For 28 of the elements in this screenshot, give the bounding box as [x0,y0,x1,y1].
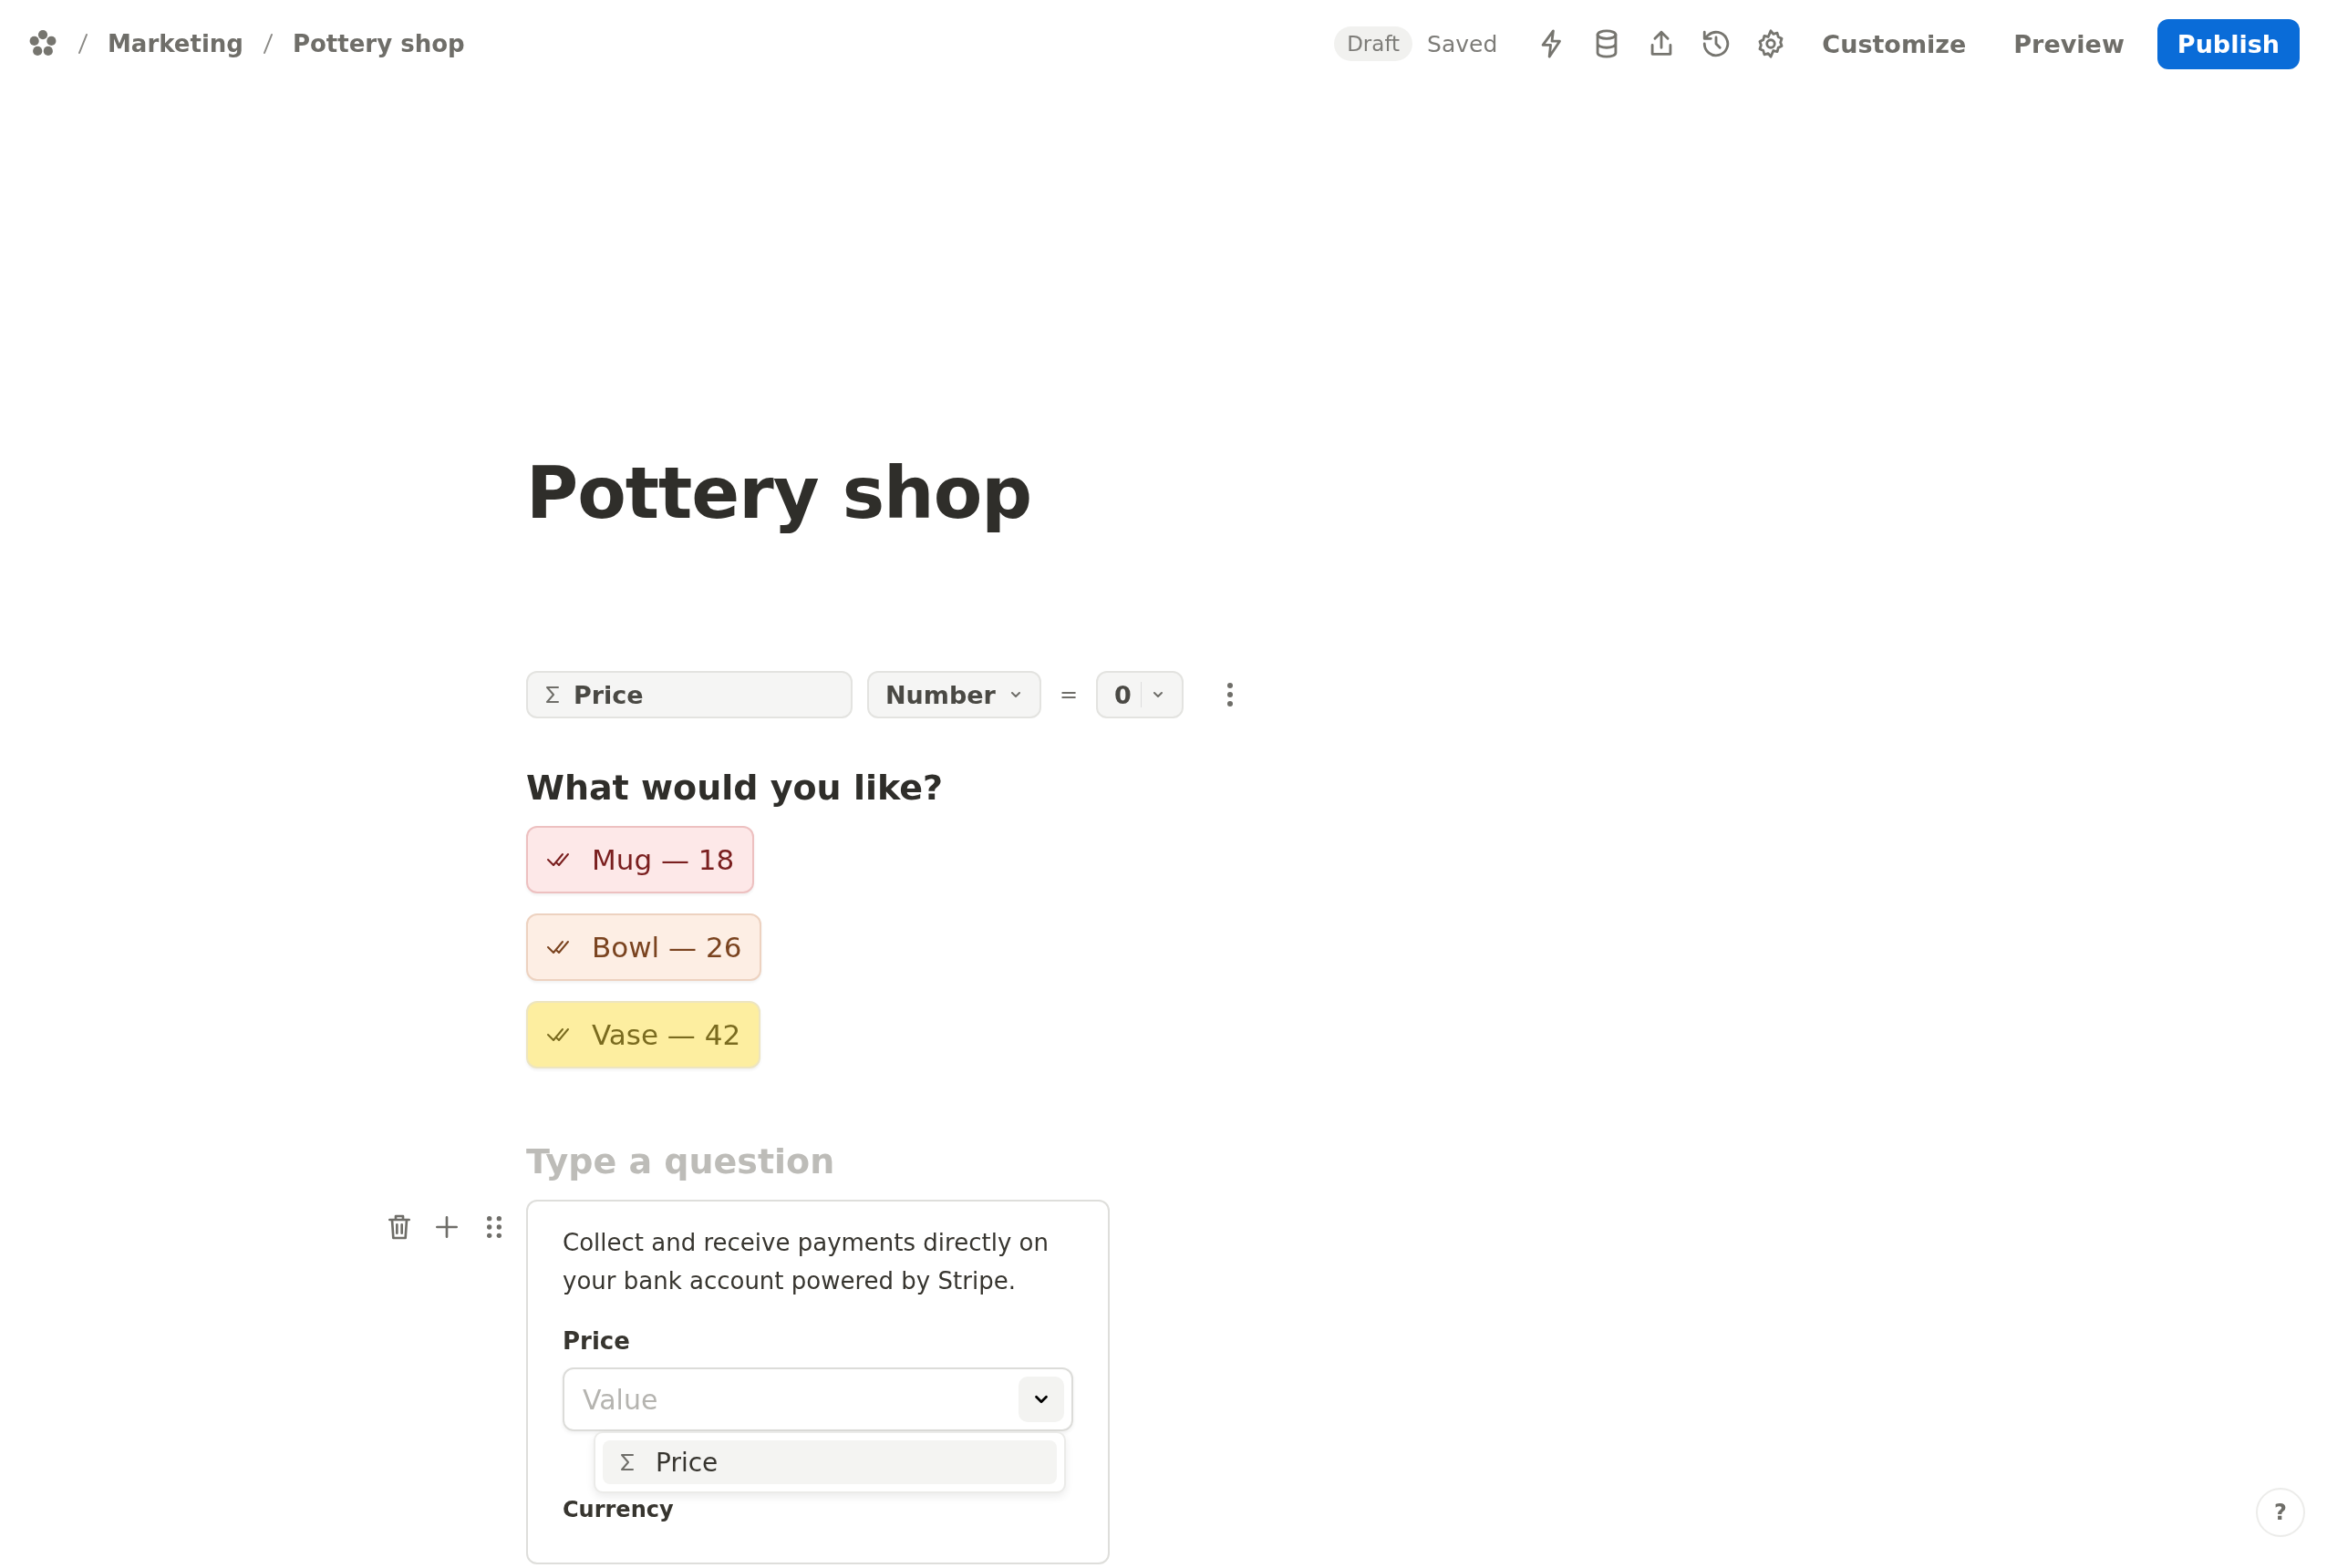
question-title: What would you like? [526,768,944,808]
header-button[interactable]: Customize [1798,20,1991,67]
choice-option[interactable]: Vase — 42 [526,1001,761,1068]
save-status: Saved [1427,30,1498,57]
breadcrumb-link[interactable]: Marketing [108,30,243,57]
breadcrumb-link[interactable]: Pottery shop [292,30,465,57]
choice-option[interactable]: Mug — 18 [526,826,755,893]
page-title: Pottery shop [526,452,1033,534]
description-text: Collect and receive payments directly on your bank account powered by Stripe. [563,1228,1050,1296]
sigma-icon [544,685,561,705]
variable-field[interactable]: Price [526,671,853,718]
placeholder-text: Value [583,1383,658,1416]
publish-button[interactable]: Publish [2156,18,2300,69]
sigma-icon [619,1452,636,1472]
breadcrumb-separator-icon [77,32,89,56]
header-button[interactable]: Preview [1990,20,2148,67]
choice-option[interactable]: Bowl — 26 [526,913,762,981]
value-dropdown[interactable]: 0 [1096,671,1184,718]
operator-text: = [1058,682,1080,707]
type-dropdown[interactable]: Number [867,671,1041,718]
help-button[interactable]: ? [2256,1488,2305,1537]
more-options-icon[interactable] [1225,681,1235,708]
breadcrumb-separator-icon [261,32,274,56]
field-label: Price [563,1327,631,1355]
status-badge: Draft [1334,26,1413,61]
field-label: Currency [563,1497,675,1522]
menu-item[interactable]: Price [603,1440,1057,1484]
dropdown-toggle[interactable] [1019,1377,1064,1422]
